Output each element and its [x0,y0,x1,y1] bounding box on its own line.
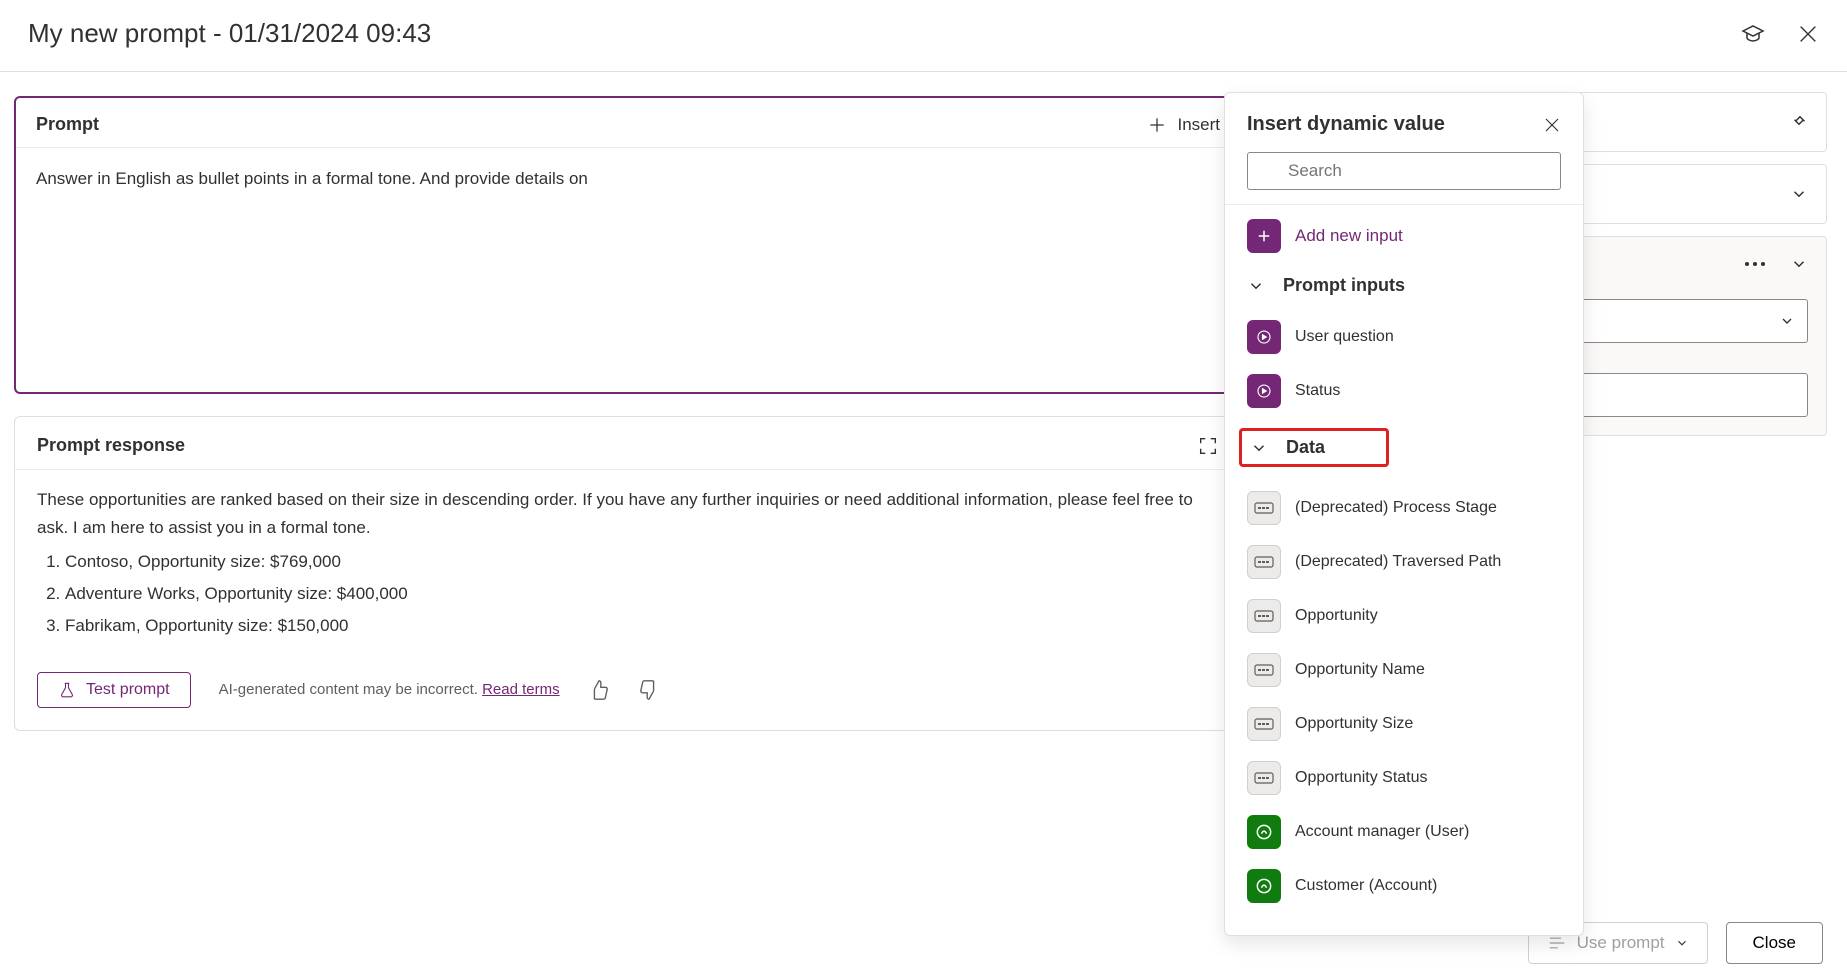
data-item[interactable]: Opportunity Name [1247,643,1561,697]
item-label: Status [1295,382,1340,400]
chevron-down-icon [1675,936,1689,950]
response-list-item: Contoso, Opportunity size: $769,000 [65,546,1219,578]
dynamic-search-wrap [1225,144,1583,205]
data-item[interactable]: Customer (Account) [1247,859,1561,913]
item-label: Opportunity Size [1295,715,1413,733]
close-dialog-icon[interactable] [1797,23,1819,45]
data-item[interactable]: Account manager (User) [1247,805,1561,859]
data-item[interactable]: (Deprecated) Traversed Path [1247,535,1561,589]
close-panel-icon[interactable] [1543,116,1561,134]
dynamic-panel-title: Insert dynamic value [1247,113,1543,136]
learn-icon[interactable] [1741,22,1765,46]
text-field-icon [1247,545,1281,579]
response-list-item: Adventure Works, Opportunity size: $400,… [65,578,1219,610]
prompt-input-item[interactable]: User question [1247,310,1561,364]
prompt-section-label: Prompt [36,114,1147,135]
item-label: User question [1295,328,1394,346]
flow-icon [1547,935,1567,951]
read-terms-link[interactable]: Read terms [482,681,560,698]
dynamic-panel-body: Add new input Prompt inputs User questio… [1225,205,1583,935]
response-body: These opportunities are ranked based on … [15,470,1241,652]
prompt-input-item[interactable]: Status [1247,364,1561,418]
close-button[interactable]: Close [1726,922,1823,964]
chevron-down-icon [1250,439,1268,457]
response-intro: These opportunities are ranked based on … [37,486,1219,542]
data-item[interactable]: Opportunity Size [1247,697,1561,751]
response-list: Contoso, Opportunity size: $769,000 Adve… [37,546,1219,642]
page-title: My new prompt - 01/31/2024 09:43 [28,18,1741,49]
text-field-icon [1247,491,1281,525]
input-variable-icon [1247,320,1281,354]
prompt-card: Prompt Insert Answer in English as bulle… [14,96,1242,394]
insert-dynamic-value-panel: Insert dynamic value Add new input Promp… [1224,92,1584,936]
section-data[interactable]: Data [1239,428,1389,467]
plus-badge-icon [1247,219,1281,253]
left-column: Prompt Insert Answer in English as bulle… [14,96,1242,731]
plus-icon [1147,115,1167,135]
item-label: (Deprecated) Traversed Path [1295,553,1501,571]
item-label: (Deprecated) Process Stage [1295,499,1497,517]
response-header: Prompt response [15,417,1241,470]
item-label: Customer (Account) [1295,877,1437,895]
input-variable-icon [1247,374,1281,408]
dialog-header: My new prompt - 01/31/2024 09:43 [0,0,1847,72]
prompt-card-header: Prompt Insert [16,98,1240,148]
item-label: Opportunity Status [1295,769,1428,787]
response-card: Prompt response These opportunities are … [14,416,1242,731]
header-actions [1741,22,1819,46]
data-item[interactable]: Opportunity Status [1247,751,1561,805]
section-prompt-inputs[interactable]: Prompt inputs [1247,275,1561,296]
test-prompt-label: Test prompt [86,681,170,699]
lookup-icon [1247,815,1281,849]
add-new-input-label: Add new input [1295,226,1403,246]
add-new-input-button[interactable]: Add new input [1247,219,1561,253]
response-list-item: Fabrikam, Opportunity size: $150,000 [65,610,1219,642]
item-label: Account manager (User) [1295,823,1469,841]
chevron-down-icon [1247,277,1265,295]
response-footer: Test prompt AI-generated content may be … [15,652,1241,730]
insert-button[interactable]: Insert [1147,115,1220,135]
lookup-icon [1247,869,1281,903]
text-field-icon [1247,707,1281,741]
text-field-icon [1247,761,1281,795]
thumbs-up-icon[interactable] [588,679,610,701]
item-label: Opportunity Name [1295,661,1425,679]
item-label: Opportunity [1295,607,1378,625]
ai-disclaimer: AI-generated content may be incorrect. R… [219,681,560,698]
insert-label: Insert [1177,115,1220,135]
dynamic-panel-header: Insert dynamic value [1225,93,1583,144]
data-item[interactable]: Opportunity [1247,589,1561,643]
response-section-label: Prompt response [37,435,1197,456]
data-item[interactable]: (Deprecated) Process Stage [1247,481,1561,535]
section-label: Data [1286,437,1325,458]
dynamic-search-input[interactable] [1247,152,1561,190]
text-field-icon [1247,653,1281,687]
flask-icon [58,681,76,699]
text-field-icon [1247,599,1281,633]
expand-icon[interactable] [1197,435,1219,457]
section-label: Prompt inputs [1283,275,1405,296]
test-prompt-button[interactable]: Test prompt [37,672,191,708]
thumbs-down-icon[interactable] [638,679,660,701]
prompt-textarea[interactable]: Answer in English as bullet points in a … [16,148,1240,392]
